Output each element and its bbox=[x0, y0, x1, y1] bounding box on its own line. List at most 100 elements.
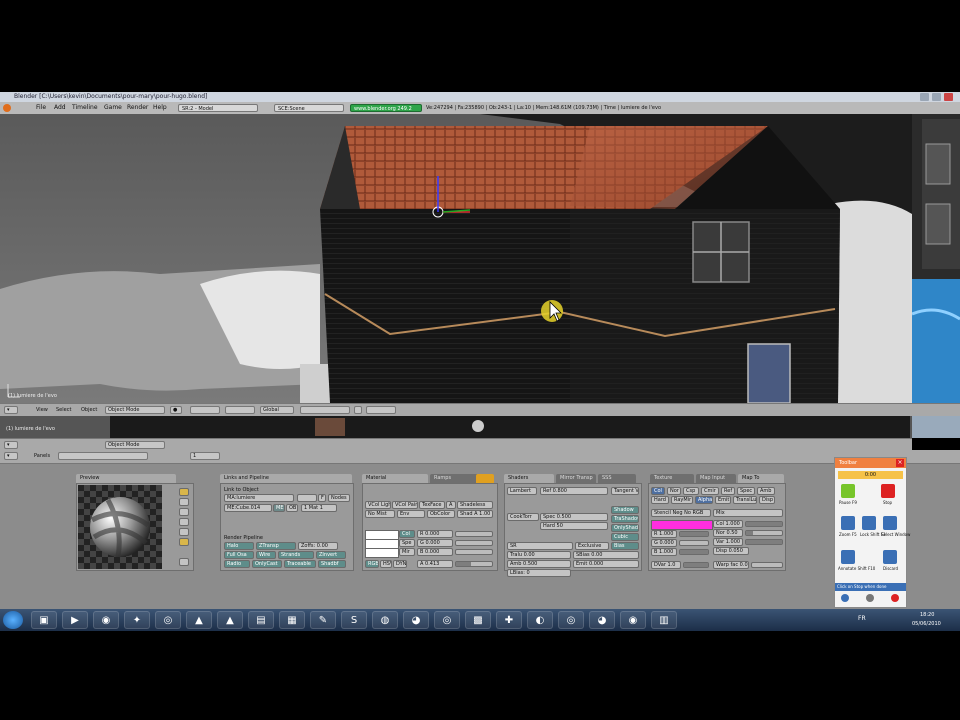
help-icon[interactable] bbox=[841, 594, 849, 602]
map-spec-button[interactable]: Spec bbox=[737, 487, 755, 495]
b-field[interactable]: B 0.000 bbox=[417, 548, 453, 556]
manipulator-icon[interactable] bbox=[225, 406, 255, 414]
mir-swatch[interactable] bbox=[365, 548, 399, 558]
menu-file[interactable]: File bbox=[36, 102, 46, 114]
map-raymir-button[interactable]: RayMir bbox=[671, 496, 693, 504]
preview-monkey-icon[interactable] bbox=[179, 518, 189, 526]
g-slider[interactable] bbox=[455, 540, 493, 546]
ref-field[interactable]: Ref 0.800 bbox=[540, 487, 608, 495]
editor-type-menu[interactable]: ▾ bbox=[4, 406, 18, 414]
lbias-field[interactable]: LBias: 0 bbox=[507, 569, 571, 577]
var-factor-slider[interactable] bbox=[745, 539, 783, 545]
secondary-viewport[interactable]: (1) lumiere de l'evo bbox=[0, 416, 960, 438]
g-field[interactable]: G 0.000 bbox=[417, 539, 453, 547]
menu-add[interactable]: Add bbox=[54, 102, 66, 114]
map-cmir-button[interactable]: Cmir bbox=[701, 487, 719, 495]
texface-button[interactable]: TexFace bbox=[419, 501, 445, 509]
language-indicator[interactable]: FR bbox=[858, 615, 866, 622]
warp-fac-slider[interactable] bbox=[751, 562, 783, 568]
preview-refresh-icon[interactable] bbox=[179, 558, 189, 566]
mir-button[interactable]: Mir bbox=[399, 548, 415, 556]
pivot-icon[interactable] bbox=[190, 406, 220, 414]
maximize-button[interactable] bbox=[932, 93, 941, 101]
b-slider[interactable] bbox=[455, 549, 493, 555]
shadow-button[interactable]: Shadow bbox=[611, 506, 639, 514]
a-button[interactable]: A bbox=[446, 501, 456, 509]
env-button[interactable]: Env bbox=[397, 510, 425, 518]
chrome-icon-1[interactable]: ◕ bbox=[403, 611, 429, 629]
var-factor-field[interactable]: Var 1.000 bbox=[713, 538, 743, 546]
obcolor-button[interactable]: ObColor bbox=[427, 510, 455, 518]
rgb-button[interactable]: RGB bbox=[365, 560, 379, 568]
panel-close-icon[interactable] bbox=[476, 474, 494, 483]
orientation-selector[interactable]: Global bbox=[260, 406, 294, 414]
app-icon-11[interactable]: ▩ bbox=[465, 611, 491, 629]
fake-user-button[interactable]: F bbox=[318, 494, 326, 502]
preview-flat-icon[interactable] bbox=[179, 488, 189, 496]
link-me-button[interactable]: ME bbox=[273, 504, 285, 512]
app-icon-14[interactable]: ▥ bbox=[651, 611, 677, 629]
specular-shader-selector[interactable]: CookTorr bbox=[507, 513, 539, 521]
material-browse-button[interactable] bbox=[297, 494, 317, 502]
start-button[interactable] bbox=[3, 611, 23, 629]
hsv-button[interactable]: HSV bbox=[380, 560, 392, 568]
strands-button[interactable]: Strands bbox=[278, 551, 314, 559]
ztransp-button[interactable]: ZTransp bbox=[256, 542, 296, 550]
app-icon-9[interactable]: ◍ bbox=[372, 611, 398, 629]
spec-field[interactable]: Spec 0.500 bbox=[540, 513, 608, 521]
blend-mode-selector[interactable]: Mix bbox=[713, 509, 783, 517]
sr-field[interactable]: SR bbox=[507, 542, 573, 550]
map-csp-button[interactable]: Csp bbox=[683, 487, 699, 495]
vcol-light-button[interactable]: VCol Light bbox=[365, 501, 391, 509]
texture-color-swatch[interactable] bbox=[651, 520, 713, 530]
map-nor-button[interactable]: Nor bbox=[667, 487, 681, 495]
map-amb-button[interactable]: Amb bbox=[757, 487, 775, 495]
lock-icon[interactable] bbox=[354, 406, 362, 414]
map-col-button[interactable]: Col bbox=[651, 487, 665, 495]
onlyshad-button[interactable]: OnlyShad bbox=[611, 524, 639, 532]
map-hard-button[interactable]: Hard bbox=[651, 496, 669, 504]
col-factor-field[interactable]: Col 1.000 bbox=[713, 520, 743, 528]
lock-icon-recorder[interactable] bbox=[862, 516, 876, 530]
vcol-paint-button[interactable]: VCol Paint bbox=[392, 501, 418, 509]
bias-button[interactable]: Bias bbox=[611, 542, 639, 550]
secondary-mode-selector[interactable]: Object Mode bbox=[105, 441, 165, 449]
tralu-field[interactable]: Tralu 0.00 bbox=[507, 551, 571, 559]
firefox-icon[interactable]: ◉ bbox=[620, 611, 646, 629]
blender-icon-2[interactable]: ◎ bbox=[558, 611, 584, 629]
app-icon-6[interactable]: ▦ bbox=[279, 611, 305, 629]
minimize-button[interactable] bbox=[920, 93, 929, 101]
app-icon-2[interactable]: ✦ bbox=[124, 611, 150, 629]
menu-game[interactable]: Game bbox=[104, 102, 122, 114]
amb-field[interactable]: Amb 0.500 bbox=[507, 560, 571, 568]
tex-g-field[interactable]: G 0.000 bbox=[651, 539, 677, 547]
trashadow-button[interactable]: TraShadow bbox=[611, 515, 639, 523]
preview-sky-icon[interactable] bbox=[179, 538, 189, 546]
annotate-icon[interactable] bbox=[841, 550, 855, 564]
traceable-button[interactable]: Traceable bbox=[284, 560, 316, 568]
explorer-icon[interactable]: ▣ bbox=[31, 611, 57, 629]
no-mist-button[interactable]: No Mist bbox=[365, 510, 395, 518]
sbias-field[interactable]: SBias 0.00 bbox=[573, 551, 639, 559]
stencil-neg-norgb-buttons[interactable]: Stencil Neg No RGB bbox=[651, 509, 711, 517]
close-button[interactable] bbox=[944, 93, 953, 101]
clock-time[interactable]: 18:20 bbox=[920, 612, 934, 618]
3d-viewport[interactable]: (1) lumiere de l'evo bbox=[0, 114, 912, 403]
link-ob-button[interactable]: OB bbox=[286, 504, 298, 512]
col-factor-slider[interactable] bbox=[745, 521, 783, 527]
radio-button[interactable]: Radio bbox=[224, 560, 250, 568]
app-icon-3[interactable]: ▲ bbox=[186, 611, 212, 629]
col-button[interactable]: Col bbox=[399, 530, 415, 538]
map-disp-button[interactable]: Disp bbox=[759, 496, 775, 504]
zoffs-field[interactable]: Zoffs: 0.00 bbox=[298, 542, 338, 550]
side-viewport[interactable] bbox=[912, 114, 960, 403]
cubic-button[interactable]: Cubic bbox=[611, 533, 639, 541]
app-icon-13[interactable]: ◐ bbox=[527, 611, 553, 629]
context-buttons[interactable] bbox=[58, 452, 148, 460]
tab-shaders[interactable]: Shaders bbox=[504, 474, 554, 483]
tangent-v-button[interactable]: Tangent V bbox=[611, 487, 639, 495]
material-name-field[interactable]: MA:lumiere bbox=[224, 494, 294, 502]
chrome-icon-2[interactable]: ◕ bbox=[589, 611, 615, 629]
render-icon[interactable] bbox=[366, 406, 396, 414]
app-icon-7[interactable]: ✎ bbox=[310, 611, 336, 629]
